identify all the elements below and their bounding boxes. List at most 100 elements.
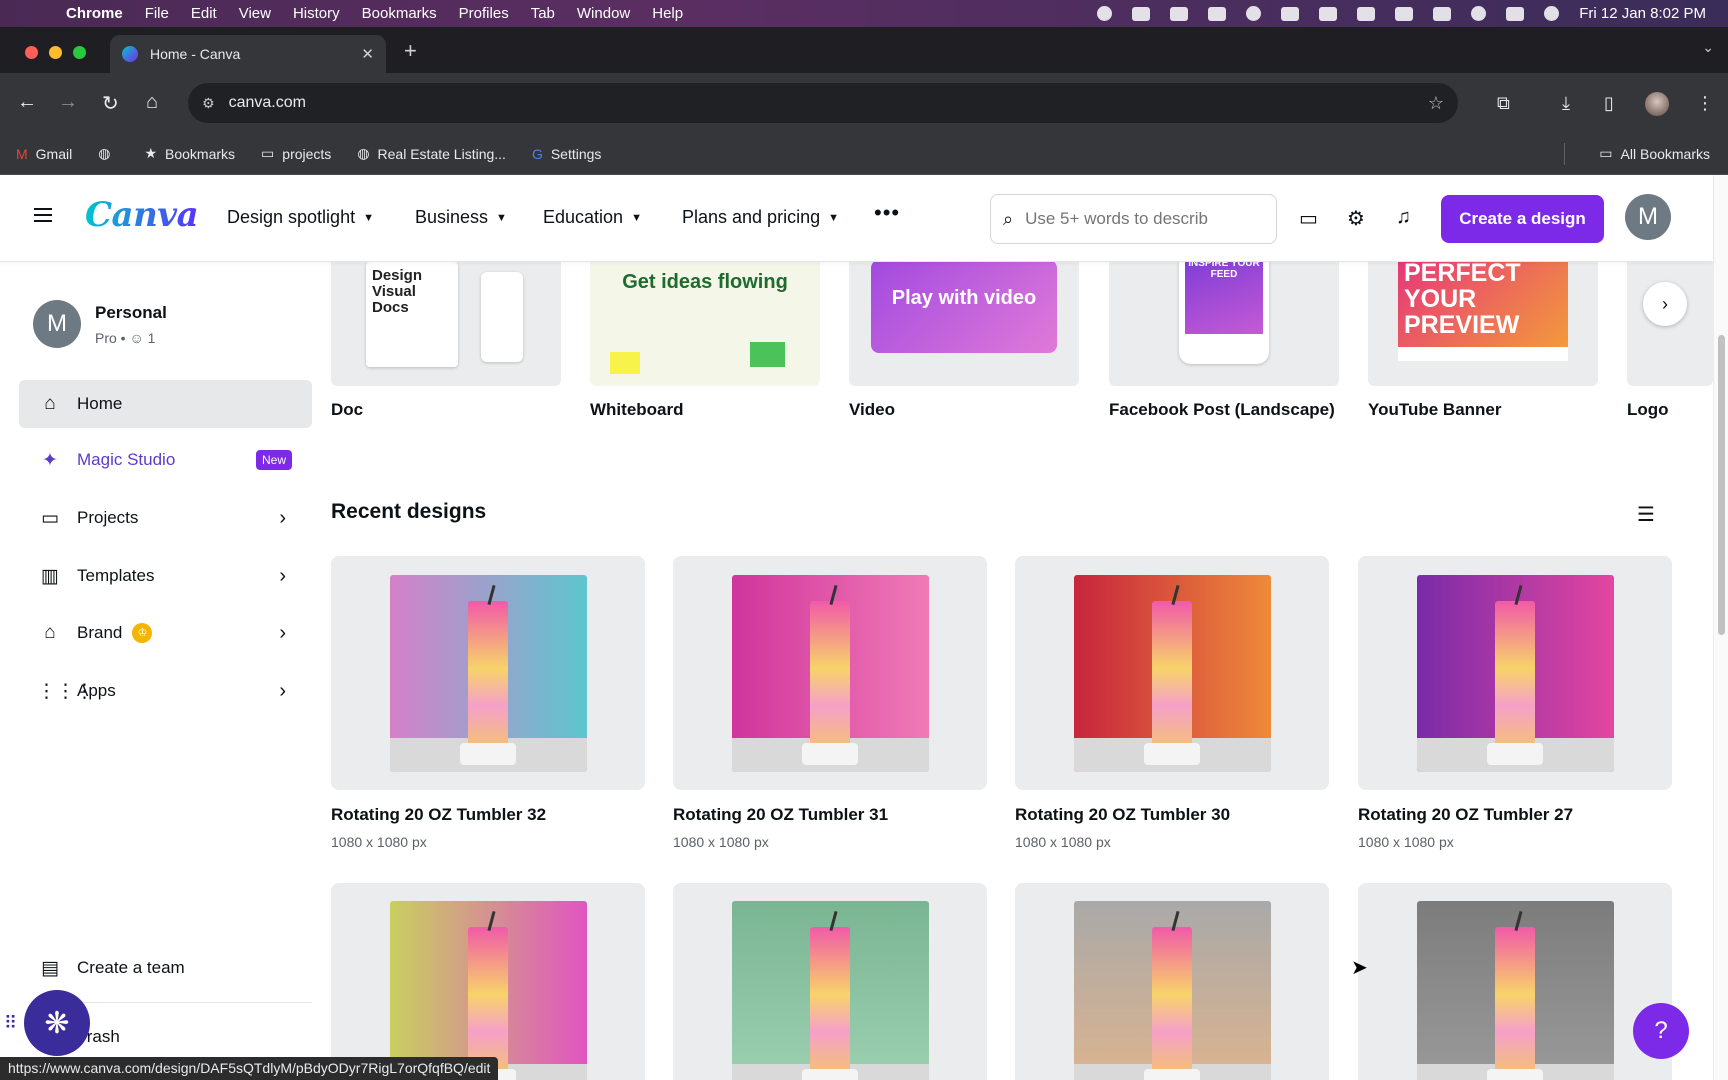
close-window-button[interactable] (25, 46, 38, 59)
extensions-icon[interactable]: ⧉ (1497, 93, 1510, 114)
spotlight-icon[interactable] (1471, 6, 1487, 21)
chevron-right-icon[interactable]: › (279, 565, 286, 588)
sidebar-item-apps[interactable]: ⋮⋮⋮ Apps › (19, 667, 312, 715)
menu-help[interactable]: Help (652, 5, 683, 22)
reload-icon[interactable]: ↻ (102, 91, 119, 116)
nav-education[interactable]: Education ▼ (543, 207, 642, 228)
maximize-window-button[interactable] (73, 46, 86, 59)
audio-icon[interactable] (1281, 6, 1300, 21)
bookmark-settings[interactable]: G Settings (532, 146, 601, 162)
bluetooth-icon[interactable] (1357, 6, 1376, 21)
chevron-right-icon[interactable]: › (279, 680, 286, 703)
account-switcher[interactable]: M Personal Pro • ☺ 1 (33, 300, 167, 348)
sidebar-item-templates[interactable]: ▥ Templates › (19, 552, 312, 600)
siri-icon[interactable] (1544, 6, 1560, 21)
template-label[interactable]: Whiteboard (590, 400, 684, 420)
sidebar-item-projects[interactable]: ▭ Projects › (19, 494, 312, 542)
back-arrow-icon[interactable]: ← (17, 91, 37, 114)
account-avatar[interactable]: M (1625, 194, 1671, 240)
minimize-window-button[interactable] (49, 46, 62, 59)
side-panel-icon[interactable]: ▯ (1604, 93, 1614, 114)
template-card-facebook-post[interactable]: INSPIRE YOUR FEED (1109, 262, 1339, 386)
template-label[interactable]: Facebook Post (Landscape) (1109, 400, 1335, 420)
address-bar[interactable]: ⚙ canva.com ☆ (188, 83, 1458, 123)
bookmark-real-estate[interactable]: ◍ Real Estate Listing... (357, 145, 506, 162)
wifi-icon[interactable] (1433, 6, 1452, 21)
browser-tab-active[interactable]: Home - Canva ✕ (110, 35, 386, 73)
forward-arrow-icon[interactable]: → (58, 91, 78, 114)
menu-tab[interactable]: Tab (531, 5, 555, 22)
all-bookmarks[interactable]: ▭ All Bookmarks (1599, 145, 1710, 162)
bookmark-gmail[interactable]: M Gmail (16, 146, 72, 162)
page-scrollbar[interactable] (1713, 175, 1728, 1080)
menu-history[interactable]: History (293, 5, 340, 22)
search-box[interactable]: ⌕ (990, 194, 1277, 244)
canva-logo[interactable]: Canva (85, 195, 199, 235)
new-tab-button[interactable]: + (404, 38, 417, 64)
chevron-right-icon[interactable]: › (279, 622, 286, 645)
screen-icon[interactable] (1208, 6, 1227, 21)
menu-profiles[interactable]: Profiles (459, 5, 509, 22)
template-label[interactable]: Video (849, 400, 895, 420)
sidebar-item-home[interactable]: ⌂ Home (19, 380, 312, 428)
design-card[interactable] (1358, 556, 1672, 790)
desktop-app-icon[interactable]: ▭ (1299, 206, 1318, 231)
design-title[interactable]: Rotating 20 OZ Tumbler 27 (1358, 805, 1573, 825)
bookmark-star-icon[interactable]: ☆ (1428, 93, 1444, 114)
home-icon[interactable]: ⌂ (146, 91, 158, 114)
record-icon[interactable] (1097, 6, 1113, 21)
template-label[interactable]: Doc (331, 400, 363, 420)
chevron-right-icon[interactable]: › (279, 507, 286, 530)
sidebar-item-magic-studio[interactable]: ✦ Magic Studio New (19, 436, 312, 484)
create-design-button[interactable]: Create a design (1441, 195, 1604, 243)
chrome-profile-avatar[interactable] (1645, 92, 1669, 116)
scrollbar-thumb[interactable] (1718, 335, 1725, 635)
template-label[interactable]: YouTube Banner (1368, 400, 1502, 420)
drag-grip-icon[interactable]: ⠿ (4, 1013, 17, 1034)
menu-view[interactable]: View (239, 5, 271, 22)
menu-file[interactable]: File (145, 5, 169, 22)
bookmark-bookmarks[interactable]: ★ Bookmarks (144, 145, 235, 162)
design-card[interactable] (331, 883, 645, 1080)
search-input[interactable] (1025, 209, 1256, 229)
close-tab-icon[interactable]: ✕ (361, 45, 374, 63)
settings-gear-icon[interactable]: ⚙ (1347, 206, 1365, 231)
carousel-next-button[interactable]: › (1643, 282, 1687, 326)
site-info-icon[interactable]: ⚙ (202, 95, 215, 112)
design-card[interactable] (1015, 556, 1329, 790)
battery-icon[interactable] (1395, 6, 1414, 21)
control-center-icon[interactable] (1506, 6, 1525, 21)
template-card-video[interactable]: Play with video (849, 262, 1079, 386)
menu-window[interactable]: Window (577, 5, 630, 22)
design-title[interactable]: Rotating 20 OZ Tumbler 32 (331, 805, 546, 825)
template-card-youtube-banner[interactable]: PERFECT YOUR PREVIEW (1368, 262, 1598, 386)
address-url[interactable]: canva.com (229, 94, 306, 112)
template-card-doc[interactable]: Design Visual Docs (331, 262, 561, 386)
nav-design-spotlight[interactable]: Design spotlight ▼ (227, 207, 374, 228)
magic-assistant-button[interactable]: ❋ (24, 990, 90, 1056)
more-options-icon[interactable]: ••• (874, 200, 900, 226)
menu-edit[interactable]: Edit (191, 5, 217, 22)
menu-app-name[interactable]: Chrome (66, 5, 123, 22)
design-title[interactable]: Rotating 20 OZ Tumbler 31 (673, 805, 888, 825)
menubar-clock[interactable]: Fri 12 Jan 8:02 PM (1579, 5, 1706, 22)
design-card[interactable] (331, 556, 645, 790)
list-view-icon[interactable]: ☰ (1637, 502, 1655, 527)
vlc-icon[interactable] (1170, 6, 1189, 21)
chrome-menu-icon[interactable]: ⋮ (1696, 93, 1714, 114)
design-card[interactable] (673, 883, 987, 1080)
sidebar-item-create-team[interactable]: ▤ Create a team (19, 944, 312, 992)
display-icon[interactable] (1319, 6, 1338, 21)
bookmark-projects[interactable]: ▭ projects (261, 145, 331, 162)
design-card[interactable] (673, 556, 987, 790)
design-card[interactable] (1358, 883, 1672, 1080)
notifications-bell-icon[interactable]: ♫ (1396, 206, 1411, 229)
hamburger-menu-icon[interactable] (34, 208, 52, 222)
time-machine-icon[interactable] (1246, 6, 1262, 21)
bookmark-globe[interactable]: ◍ (98, 145, 118, 162)
design-title[interactable]: Rotating 20 OZ Tumbler 30 (1015, 805, 1230, 825)
help-button[interactable]: ? (1633, 1003, 1689, 1059)
tab-search-chevron-icon[interactable]: ⌄ (1702, 39, 1714, 56)
creative-cloud-icon[interactable] (1132, 6, 1151, 21)
sidebar-item-brand[interactable]: ⌂ Brand ♔ › (19, 609, 312, 657)
